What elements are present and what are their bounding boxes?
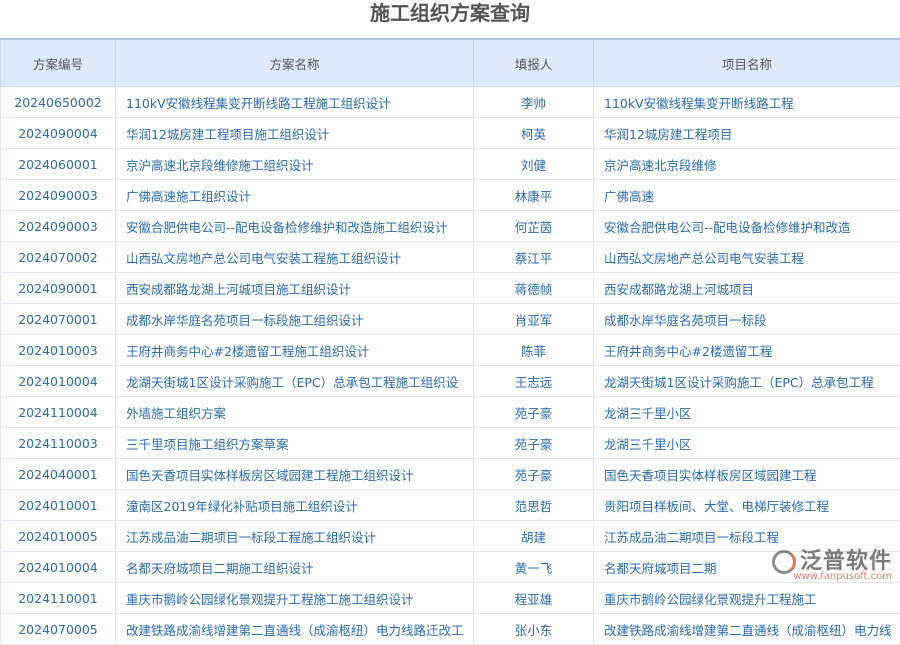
table-row[interactable]: 2024090001西安成都路龙湖上河城项目施工组织设计蒋德帧西安成都路龙湖上河… [1, 273, 900, 304]
project-name-cell[interactable]: 龙湖三千里小区 [594, 397, 900, 428]
plan-id-cell[interactable]: 2024060001 [1, 149, 116, 180]
results-table: 方案编号 方案名称 填报人 项目名称 20240650002110kV安徽线程集… [0, 38, 900, 645]
column-header-project[interactable]: 项目名称 [594, 39, 900, 87]
plan-name-cell[interactable]: 改建铁路成渝线增建第二直通线（成渝枢纽）电力线路迁改工 [116, 614, 474, 645]
plan-name-cell[interactable]: 名都天府城项目二期施工组织设计 [116, 552, 474, 583]
table-row[interactable]: 20240650002110kV安徽线程集变开断线路工程施工组织设计李帅110k… [1, 87, 900, 118]
plan-name-cell[interactable]: 西安成都路龙湖上河城项目施工组织设计 [116, 273, 474, 304]
reporter-cell[interactable]: 苑子豪 [474, 397, 594, 428]
plan-name-cell[interactable]: 110kV安徽线程集变开断线路工程施工组织设计 [116, 87, 474, 118]
table-row[interactable]: 2024110003三千里项目施工组织方案草案苑子豪龙湖三千里小区 [1, 428, 900, 459]
plan-id-cell[interactable]: 2024070005 [1, 614, 116, 645]
plan-id-cell[interactable]: 2024070002 [1, 242, 116, 273]
reporter-cell[interactable]: 蒋德帧 [474, 273, 594, 304]
plan-id-cell[interactable]: 2024010001 [1, 490, 116, 521]
reporter-cell[interactable]: 胡建 [474, 521, 594, 552]
plan-id-cell[interactable]: 2024090004 [1, 118, 116, 149]
plan-name-cell[interactable]: 重庆市鹅岭公园绿化景观提升工程施工施工组织设计 [116, 583, 474, 614]
table-row[interactable]: 2024070001成都水岸华庭名苑项目一标段施工组织设计肖亚军成都水岸华庭名苑… [1, 304, 900, 335]
table-row[interactable]: 2024110001重庆市鹅岭公园绿化景观提升工程施工施工组织设计程亚雄重庆市鹅… [1, 583, 900, 614]
reporter-cell[interactable]: 刘健 [474, 149, 594, 180]
table-row[interactable]: 2024070002山西弘文房地产总公司电气安装工程施工组织设计蔡江平山西弘文房… [1, 242, 900, 273]
reporter-cell[interactable]: 李帅 [474, 87, 594, 118]
project-name-cell[interactable]: 安徽合肥供电公司--配电设备检修维护和改造 [594, 211, 900, 242]
project-name-cell[interactable]: 龙湖三千里小区 [594, 428, 900, 459]
plan-name-cell[interactable]: 王府井商务中心#2楼遗留工程施工组织设计 [116, 335, 474, 366]
plan-name-cell[interactable]: 成都水岸华庭名苑项目一标段施工组织设计 [116, 304, 474, 335]
plan-name-cell[interactable]: 安徽合肥供电公司--配电设备检修维护和改造施工组织设计 [116, 211, 474, 242]
plan-id-cell[interactable]: 2024110003 [1, 428, 116, 459]
project-name-cell[interactable]: 成都水岸华庭名苑项目一标段 [594, 304, 900, 335]
reporter-cell[interactable]: 林康平 [474, 180, 594, 211]
plan-id-cell[interactable]: 2024010004 [1, 366, 116, 397]
table-header-row: 方案编号 方案名称 填报人 项目名称 [1, 39, 900, 87]
column-header-reporter[interactable]: 填报人 [474, 39, 594, 87]
table-row[interactable]: 2024060001京沪高速北京段维修施工组织设计刘健京沪高速北京段维修 [1, 149, 900, 180]
page-title: 施工组织方案查询 [0, 0, 900, 30]
reporter-cell[interactable]: 柯英 [474, 118, 594, 149]
plan-id-cell[interactable]: 2024070001 [1, 304, 116, 335]
project-name-cell[interactable]: 华润12城房建工程项目 [594, 118, 900, 149]
table-row[interactable]: 2024110004外墙施工组织方案苑子豪龙湖三千里小区 [1, 397, 900, 428]
brand-logo-icon [772, 550, 796, 574]
plan-id-cell[interactable]: 2024110001 [1, 583, 116, 614]
reporter-cell[interactable]: 范思哲 [474, 490, 594, 521]
table-row[interactable]: 2024010001潼南区2019年绿化补贴项目施工组织设计范思哲贵阳项目样板间… [1, 490, 900, 521]
plan-name-cell[interactable]: 国色天香项目实体样板房区域园建工程施工组织设计 [116, 459, 474, 490]
project-name-cell[interactable]: 国色天香项目实体样板房区域园建工程 [594, 459, 900, 490]
reporter-cell[interactable]: 苑子豪 [474, 428, 594, 459]
plan-id-cell[interactable]: 2024090003 [1, 180, 116, 211]
reporter-cell[interactable]: 程亚雄 [474, 583, 594, 614]
column-header-id[interactable]: 方案编号 [1, 39, 116, 87]
table-row[interactable]: 2024090003安徽合肥供电公司--配电设备检修维护和改造施工组织设计何芷茵… [1, 211, 900, 242]
reporter-cell[interactable]: 肖亚军 [474, 304, 594, 335]
project-name-cell[interactable]: 王府井商务中心#2楼遗留工程 [594, 335, 900, 366]
table-row[interactable]: 2024010005江苏成品油二期项目一标段工程施工组织设计胡建江苏成品油二期项… [1, 521, 900, 552]
project-name-cell[interactable]: 广佛高速 [594, 180, 900, 211]
plan-name-cell[interactable]: 广佛高速施工组织设计 [116, 180, 474, 211]
table-row[interactable]: 2024040001国色天香项目实体样板房区域园建工程施工组织设计苑子豪国色天香… [1, 459, 900, 490]
table-row[interactable]: 2024070005改建铁路成渝线增建第二直通线（成渝枢纽）电力线路迁改工张小东… [1, 614, 900, 645]
plan-name-cell[interactable]: 江苏成品油二期项目一标段工程施工组织设计 [116, 521, 474, 552]
project-name-cell[interactable]: 重庆市鹅岭公园绿化景观提升工程施工 [594, 583, 900, 614]
reporter-cell[interactable]: 王志远 [474, 366, 594, 397]
reporter-cell[interactable]: 张小东 [474, 614, 594, 645]
plan-name-cell[interactable]: 龙湖天街城1区设计采购施工（EPC）总承包工程施工组织设 [116, 366, 474, 397]
plan-id-cell[interactable]: 2024090001 [1, 273, 116, 304]
plan-id-cell[interactable]: 2024010005 [1, 521, 116, 552]
project-name-cell[interactable]: 贵阳项目样板间、大堂、电梯厅装修工程 [594, 490, 900, 521]
plan-name-cell[interactable]: 外墙施工组织方案 [116, 397, 474, 428]
table-row[interactable]: 2024010004名都天府城项目二期施工组织设计黄一飞名都天府城项目二期 [1, 552, 900, 583]
plan-id-cell[interactable]: 2024040001 [1, 459, 116, 490]
reporter-cell[interactable]: 蔡江平 [474, 242, 594, 273]
project-name-cell[interactable]: 110kV安徽线程集变开断线路工程 [594, 87, 900, 118]
watermark-url: www.fanpusoft.com [772, 571, 892, 582]
project-name-cell[interactable]: 京沪高速北京段维修 [594, 149, 900, 180]
plan-name-cell[interactable]: 潼南区2019年绿化补贴项目施工组织设计 [116, 490, 474, 521]
plan-id-cell[interactable]: 2024010004 [1, 552, 116, 583]
plan-name-cell[interactable]: 三千里项目施工组织方案草案 [116, 428, 474, 459]
project-name-cell[interactable]: 西安成都路龙湖上河城项目 [594, 273, 900, 304]
table-row[interactable]: 2024010004龙湖天街城1区设计采购施工（EPC）总承包工程施工组织设王志… [1, 366, 900, 397]
plan-id-cell[interactable]: 20240650002 [1, 87, 116, 118]
project-name-cell[interactable]: 山西弘文房地产总公司电气安装工程 [594, 242, 900, 273]
project-name-cell[interactable]: 龙湖天街城1区设计采购施工（EPC）总承包工程 [594, 366, 900, 397]
reporter-cell[interactable]: 何芷茵 [474, 211, 594, 242]
column-header-name[interactable]: 方案名称 [116, 39, 474, 87]
plan-id-cell[interactable]: 2024010003 [1, 335, 116, 366]
plan-name-cell[interactable]: 山西弘文房地产总公司电气安装工程施工组织设计 [116, 242, 474, 273]
reporter-cell[interactable]: 黄一飞 [474, 552, 594, 583]
table-row[interactable]: 2024090004华润12城房建工程项目施工组织设计柯英华润12城房建工程项目 [1, 118, 900, 149]
project-name-cell[interactable]: 改建铁路成渝线增建第二直通线（成渝枢纽）电力线 [594, 614, 900, 645]
reporter-cell[interactable]: 陈菲 [474, 335, 594, 366]
watermark-logo: 泛普软件www.fanpusoft.com [772, 543, 892, 582]
reporter-cell[interactable]: 苑子豪 [474, 459, 594, 490]
plan-name-cell[interactable]: 京沪高速北京段维修施工组织设计 [116, 149, 474, 180]
plan-id-cell[interactable]: 2024090003 [1, 211, 116, 242]
plan-name-cell[interactable]: 华润12城房建工程项目施工组织设计 [116, 118, 474, 149]
plan-id-cell[interactable]: 2024110004 [1, 397, 116, 428]
table-row[interactable]: 2024010003王府井商务中心#2楼遗留工程施工组织设计陈菲王府井商务中心#… [1, 335, 900, 366]
table-row[interactable]: 2024090003广佛高速施工组织设计林康平广佛高速 [1, 180, 900, 211]
